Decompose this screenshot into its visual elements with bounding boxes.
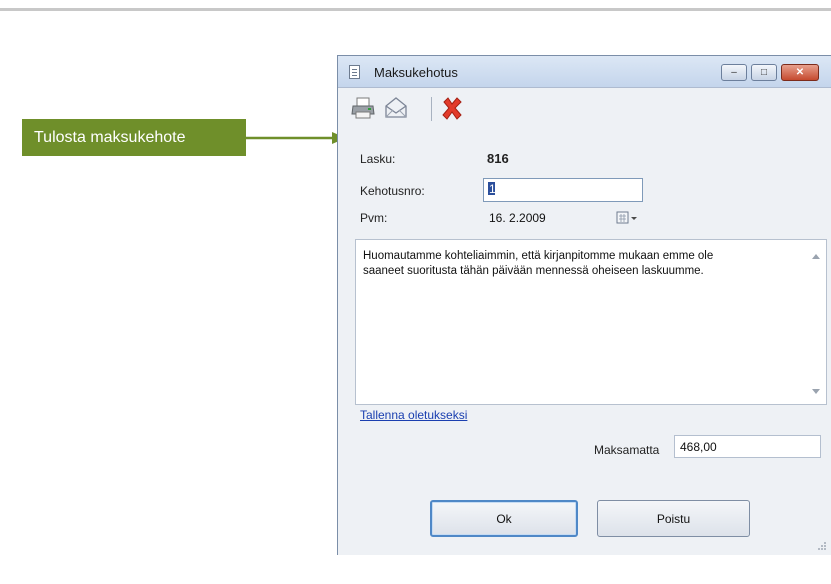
callout-label: Tulosta maksukehote (22, 119, 246, 156)
pvm-value: 16. 2.2009 (489, 211, 546, 225)
kehotusnro-input[interactable]: 1 (483, 178, 643, 202)
message-textarea[interactable]: Huomautamme kohteliaimmin, että kirjanpi… (355, 239, 827, 405)
ok-button[interactable]: Ok (430, 500, 578, 537)
top-divider (0, 8, 831, 11)
scroll-down-arrow-icon[interactable] (812, 389, 820, 394)
calendar-dropdown-icon[interactable] (616, 211, 638, 225)
minimize-button[interactable]: – (721, 64, 747, 81)
pvm-label: Pvm: (360, 211, 388, 225)
kehotusnro-label: Kehotusnro: (360, 184, 425, 198)
window-title: Maksukehotus (374, 65, 458, 80)
kehotusnro-value: 1 (489, 182, 496, 196)
delete-icon[interactable] (439, 95, 465, 121)
message-line-2: saaneet suoritusta tähän päivään menness… (363, 265, 704, 277)
poistu-button[interactable]: Poistu (597, 500, 750, 537)
maksamatta-input[interactable]: 468,00 (674, 435, 821, 458)
lasku-value: 816 (487, 151, 509, 166)
document-icon (349, 65, 360, 79)
envelope-icon[interactable] (383, 95, 409, 121)
resize-grip-icon[interactable] (817, 541, 827, 551)
maksukehotus-dialog: Maksukehotus – □ ✕ Lasku: 816 Kehotusnro… (337, 55, 831, 555)
save-default-link[interactable]: Tallenna oletukseksi (360, 408, 467, 422)
maximize-button[interactable]: □ (751, 64, 777, 81)
scroll-up-arrow-icon[interactable] (812, 254, 820, 259)
callout-text: Tulosta maksukehote (34, 128, 186, 146)
pvm-date-picker[interactable]: 16. 2.2009 (483, 207, 646, 229)
title-bar: Maksukehotus – □ ✕ (338, 56, 831, 88)
maksamatta-label: Maksamatta (594, 443, 660, 457)
message-line-1: Huomautamme kohteliaimmin, että kirjanpi… (363, 250, 714, 262)
toolbar-separator (431, 97, 432, 121)
maksamatta-value: 468,00 (680, 440, 717, 454)
callout-arrow-icon (246, 132, 346, 144)
printer-icon[interactable] (350, 95, 376, 121)
close-button[interactable]: ✕ (781, 64, 819, 81)
lasku-label: Lasku: (360, 152, 396, 166)
toolbar (338, 89, 831, 127)
